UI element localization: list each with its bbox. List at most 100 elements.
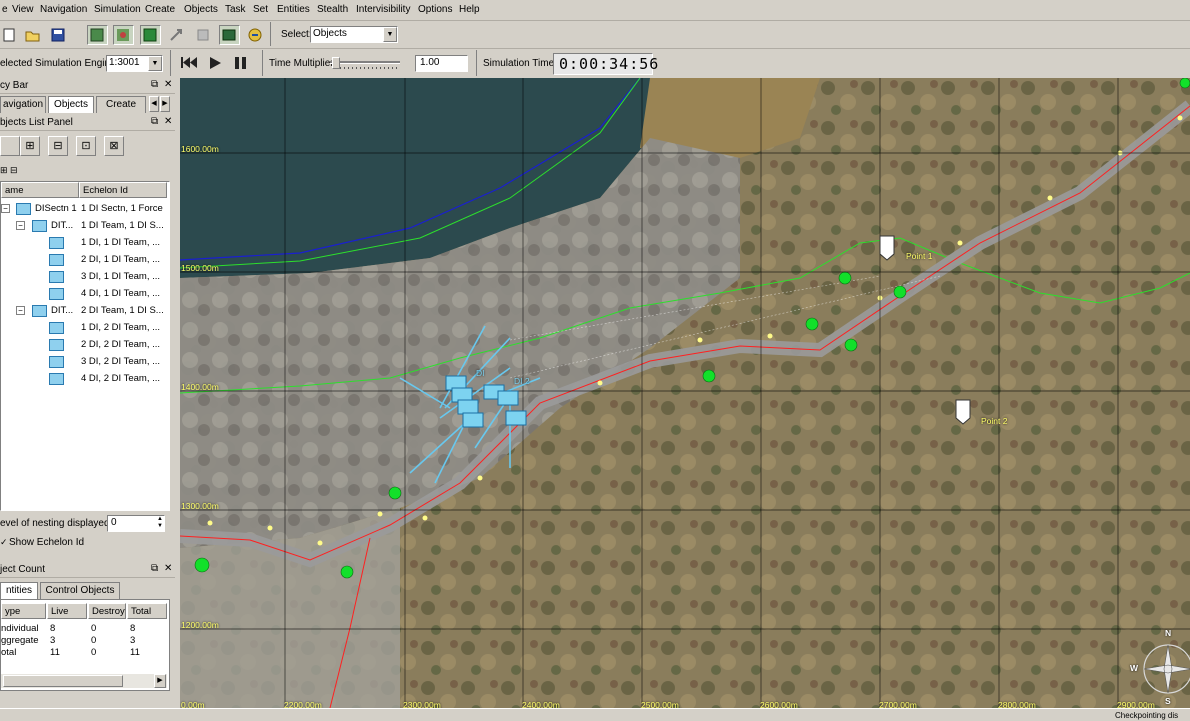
col-total-header[interactable]: Total: [127, 603, 167, 619]
tab-scroll-left-icon[interactable]: ◀: [149, 96, 159, 112]
nesting-spinner[interactable]: 0 ▲ ▼: [107, 515, 165, 532]
filter-icon[interactable]: ⊠: [104, 136, 124, 156]
close-icon[interactable]: ✕: [164, 563, 172, 574]
close-icon[interactable]: ✕: [164, 79, 172, 90]
tab-control-objects[interactable]: Control Objects: [40, 582, 120, 599]
folder-icon: [49, 373, 64, 385]
compass-n-label: N: [1165, 628, 1172, 638]
play-icon[interactable]: [205, 53, 225, 73]
tree-row[interactable]: 1 DI, 1 DI Team, ...: [1, 234, 169, 251]
pause-icon[interactable]: [231, 53, 251, 73]
list-view-icon[interactable]: [0, 136, 20, 156]
restore-icon[interactable]: ⧉: [151, 116, 158, 127]
show-echelon-checkbox[interactable]: ✓: [0, 537, 8, 547]
open-folder-icon[interactable]: [22, 25, 43, 45]
folder-icon: [49, 288, 64, 300]
tree-row[interactable]: 3 DI, 2 DI Team, ...: [1, 353, 169, 370]
restore-icon[interactable]: ⧉: [151, 563, 158, 574]
menu-navigation[interactable]: Navigation: [40, 4, 87, 15]
row-name: 3 DI, 1 DI Team, ...: [81, 271, 161, 282]
menu-stealth[interactable]: Stealth: [317, 4, 348, 15]
menu-objects[interactable]: Objects: [184, 4, 218, 15]
map-canvas[interactable]: [180, 78, 1190, 708]
count-destroyed: 0: [91, 647, 97, 658]
collapse-icon[interactable]: −: [16, 221, 25, 230]
tree-row[interactable]: − DIT... 2 DI Team, 1 DI S...: [1, 302, 169, 319]
menu-simulation[interactable]: Simulation: [94, 4, 141, 15]
time-multiplier-input[interactable]: 1.00: [415, 55, 468, 72]
select-dropdown[interactable]: Objects ▼: [310, 26, 398, 43]
menu-options[interactable]: Options: [418, 4, 452, 15]
spinner-arrows-icon[interactable]: ▲ ▼: [157, 516, 163, 530]
folder-icon: [49, 254, 64, 266]
entity-bar-title-text: cy Bar: [0, 80, 29, 91]
engine-select[interactable]: 1:3001 ▼: [106, 55, 163, 72]
grid-x-label: 2600.00m: [760, 700, 798, 708]
overlay-icon[interactable]: [140, 25, 161, 45]
menu-entities[interactable]: Entities: [277, 4, 310, 15]
pointer-icon[interactable]: [245, 25, 266, 45]
row-name: 2 DI, 2 DI Team, ...: [81, 339, 161, 350]
collapse-icon[interactable]: −: [16, 306, 25, 315]
row-name: 4 DI, 1 DI Team, ...: [81, 288, 161, 299]
tab-create[interactable]: Create: [96, 96, 146, 113]
menu-bar: e View Navigation Simulation Create Obje…: [0, 0, 1190, 21]
row-name: 2 DI, 1 DI Team, ...: [81, 254, 161, 265]
unit-label: DI: [476, 368, 485, 378]
tab-navigation[interactable]: avigation: [0, 96, 46, 113]
horizontal-scrollbar[interactable]: ▶: [1, 674, 167, 688]
scrollbar-thumb[interactable]: [3, 675, 123, 687]
column-name-header[interactable]: ame: [1, 182, 79, 198]
tactical-map[interactable]: 1600.00m 1500.00m 1400.00m 1300.00m 1200…: [180, 78, 1190, 708]
folder-icon: [32, 305, 47, 317]
collapse-icon[interactable]: −: [1, 204, 10, 213]
tab-scroll-right-icon[interactable]: ▶: [160, 96, 170, 112]
tab-objects[interactable]: Objects: [48, 96, 94, 113]
menu-file[interactable]: e: [2, 4, 8, 15]
folder-icon: [49, 356, 64, 368]
screen-icon[interactable]: [219, 25, 240, 45]
tab-entities[interactable]: ntities: [0, 582, 38, 599]
map-view-icon[interactable]: [87, 25, 108, 45]
new-icon[interactable]: [0, 25, 21, 45]
tool-icon[interactable]: [166, 25, 187, 45]
menu-intervisibility[interactable]: Intervisibility: [356, 4, 410, 15]
menu-task[interactable]: Task: [225, 4, 246, 15]
menu-create[interactable]: Create: [145, 4, 175, 15]
hierarchy-icon[interactable]: ⊞: [20, 136, 40, 156]
menu-help[interactable]: Help: [459, 4, 480, 15]
group-icon[interactable]: ⊡: [76, 136, 96, 156]
chevron-down-icon[interactable]: ▼: [148, 56, 162, 71]
tree-row[interactable]: − DISectn 1 1 DI Sectn, 1 Force: [1, 200, 169, 217]
tree-row[interactable]: − DIT... 1 DI Team, 1 DI S...: [1, 217, 169, 234]
terrain-icon[interactable]: [113, 25, 134, 45]
grid-x-label: 2800.00m: [998, 700, 1036, 708]
save-icon[interactable]: [48, 25, 69, 45]
tree-row[interactable]: 2 DI, 2 DI Team, ...: [1, 336, 169, 353]
time-multiplier-slider[interactable]: [330, 57, 400, 69]
grid-x-label: 2300.00m: [403, 700, 441, 708]
scroll-right-icon[interactable]: ▶: [154, 674, 166, 688]
tree-row[interactable]: 4 DI, 2 DI Team, ...: [1, 370, 169, 387]
tree-row[interactable]: 3 DI, 1 DI Team, ...: [1, 268, 169, 285]
tree-row[interactable]: 2 DI, 1 DI Team, ...: [1, 251, 169, 268]
object-count-table: ype Live Destroy Total ndividual 8 0 8 g…: [0, 599, 170, 691]
tree-row[interactable]: 4 DI, 1 DI Team, ...: [1, 285, 169, 302]
col-destroyed-header[interactable]: Destroy: [88, 603, 126, 619]
grid-y-label: 1200.00m: [181, 620, 219, 630]
column-echelon-header[interactable]: Echelon Id: [79, 182, 167, 198]
chevron-down-icon[interactable]: ▼: [383, 27, 397, 42]
menu-view[interactable]: View: [12, 4, 34, 15]
close-icon[interactable]: ✕: [164, 116, 172, 127]
menu-set[interactable]: Set: [253, 4, 268, 15]
tree-icon[interactable]: ⊟: [48, 136, 68, 156]
select-label: Select:: [281, 29, 312, 40]
col-type-header[interactable]: ype: [1, 603, 46, 619]
slider-thumb[interactable]: [332, 57, 340, 69]
col-live-header[interactable]: Live: [47, 603, 87, 619]
rewind-icon[interactable]: [179, 53, 199, 73]
layer-icon[interactable]: [193, 25, 214, 45]
expand-all-icon[interactable]: ⊞ ⊟: [0, 165, 18, 176]
tree-row[interactable]: 1 DI, 2 DI Team, ...: [1, 319, 169, 336]
restore-icon[interactable]: ⧉: [151, 79, 158, 90]
